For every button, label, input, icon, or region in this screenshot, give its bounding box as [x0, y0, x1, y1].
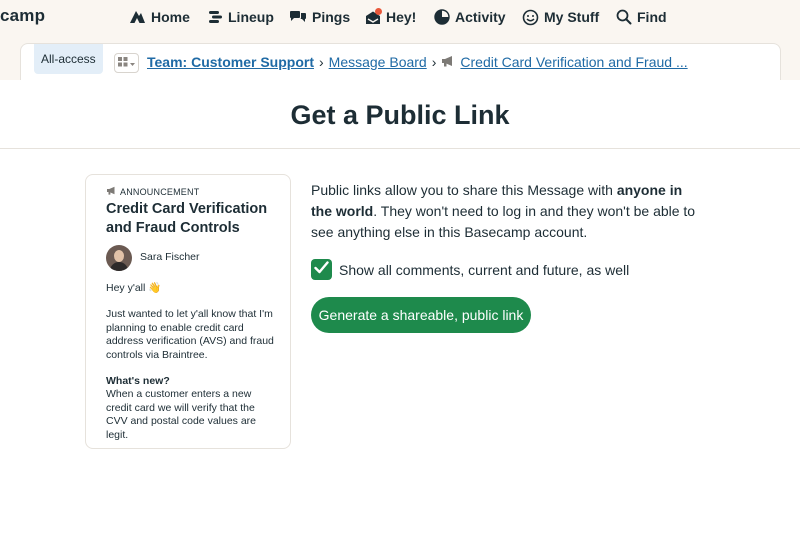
- nav-mystuff-label: My Stuff: [544, 9, 600, 25]
- show-comments-option[interactable]: Show all comments, current and future, a…: [311, 259, 629, 280]
- notification-dot: [375, 7, 382, 15]
- nav-hey[interactable]: Hey!: [365, 6, 416, 28]
- nav-pings-label: Pings: [312, 9, 351, 25]
- message-subtext: When a customer enters a new credit card…: [106, 388, 257, 441]
- breadcrumb: Team: Customer Support › Message Board ›…: [147, 54, 688, 70]
- nav-find-label: Find: [637, 9, 667, 25]
- nav-hey-label: Hey!: [386, 9, 417, 25]
- nav-lineup[interactable]: Lineup: [208, 6, 274, 28]
- megaphone-icon: [106, 186, 117, 197]
- home-icon: [129, 9, 146, 25]
- page-title: Get a Public Link: [290, 99, 510, 130]
- description-text: Public links allow you to share this Mes…: [311, 182, 617, 198]
- project-switcher[interactable]: [114, 53, 139, 73]
- message-body: Just wanted to let y'all know that I'm p…: [106, 308, 274, 361]
- message-greeting: Hey y'all 👋: [106, 282, 162, 294]
- grid-icon: [118, 54, 128, 72]
- show-comments-checkbox[interactable]: [311, 259, 332, 280]
- checkmark-icon: [314, 260, 329, 279]
- nav-find[interactable]: Find: [616, 6, 667, 28]
- public-link-description: Public links allow you to share this Mes…: [311, 180, 701, 243]
- category-text: ANNOUNCEMENT: [120, 186, 200, 197]
- category-label: ANNOUNCEMENT: [106, 186, 199, 197]
- generate-public-link-button[interactable]: Generate a shareable, public link: [311, 297, 531, 333]
- search-icon: [616, 9, 632, 25]
- nav-activity[interactable]: Activity: [434, 6, 506, 28]
- message-preview-card: ANNOUNCEMENT Credit Card Verification an…: [85, 174, 291, 449]
- avatar: [106, 245, 132, 271]
- hey-icon: [365, 7, 382, 25]
- all-access-badge[interactable]: All-access: [34, 44, 103, 74]
- nav-mystuff[interactable]: My Stuff: [522, 6, 599, 28]
- nav-home[interactable]: Home: [129, 6, 190, 28]
- activity-icon: [434, 9, 450, 25]
- nav-pings[interactable]: Pings: [289, 6, 350, 28]
- breadcrumb-separator: ›: [431, 54, 437, 70]
- author-name: Sara Fischer: [140, 251, 200, 263]
- nav-home-label: Home: [151, 9, 190, 25]
- page-header: Get a Public Link: [0, 80, 800, 149]
- lineup-icon: [208, 10, 223, 24]
- chevron-down-icon: [130, 54, 135, 72]
- breadcrumb-bar: All-access Team: Customer Support › Mess…: [20, 43, 781, 80]
- brand-logo[interactable]: camp: [0, 6, 45, 26]
- smiley-icon: [522, 9, 539, 26]
- breadcrumb-message-link[interactable]: Credit Card Verification and Fraud ...: [460, 54, 687, 70]
- breadcrumb-board-link[interactable]: Message Board: [329, 54, 427, 70]
- nav-lineup-label: Lineup: [228, 9, 274, 25]
- show-comments-label: Show all comments, current and future, a…: [339, 261, 630, 278]
- message-subheading: What's new?: [106, 375, 170, 387]
- message-title: Credit Card Verification and Fraud Contr…: [106, 201, 268, 236]
- breadcrumb-team-link[interactable]: Team: Customer Support: [147, 54, 314, 70]
- nav-activity-label: Activity: [455, 9, 506, 25]
- breadcrumb-separator: ›: [318, 54, 324, 70]
- pings-icon: [289, 10, 307, 25]
- megaphone-icon: [441, 54, 455, 70]
